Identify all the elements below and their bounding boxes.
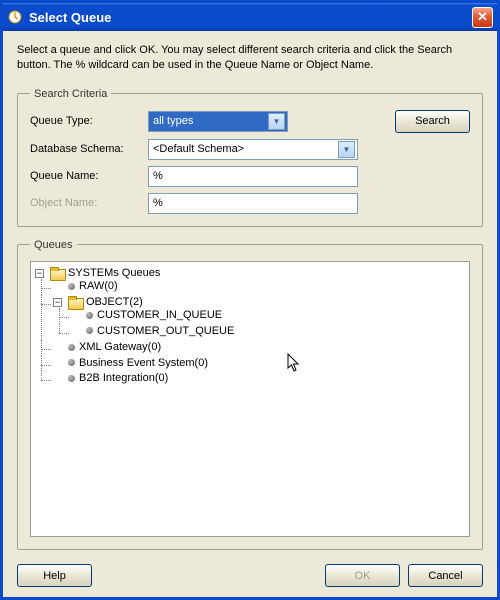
tree-item-label[interactable]: Business Event System(0): [79, 357, 208, 369]
folder-open-icon: [68, 296, 82, 308]
object-name-input[interactable]: %: [148, 193, 358, 214]
db-schema-label: Database Schema:: [30, 143, 140, 155]
dialog-window: Select Queue ✕ Select a queue and click …: [0, 0, 500, 600]
chevron-down-icon: ▼: [268, 113, 285, 130]
search-criteria-legend: Search Criteria: [30, 88, 111, 100]
queue-type-label: Queue Type:: [30, 115, 140, 127]
queue-name-label: Queue Name:: [30, 170, 140, 182]
close-button[interactable]: ✕: [472, 7, 493, 28]
object-name-value: %: [153, 197, 163, 209]
object-name-label: Object Name:: [30, 197, 140, 209]
bullet-icon: [68, 344, 75, 351]
titlebar: Select Queue ✕: [3, 3, 497, 31]
client-area: Select a queue and click OK. You may sel…: [3, 31, 497, 597]
tree-item-label[interactable]: RAW(0): [79, 280, 118, 292]
queue-name-value: %: [153, 170, 163, 182]
bullet-icon: [68, 375, 75, 382]
cancel-button[interactable]: Cancel: [408, 564, 483, 587]
close-icon: ✕: [477, 9, 488, 25]
bullet-icon: [68, 283, 75, 290]
queues-group: Queues − SYSTEMs Queues: [17, 239, 483, 550]
queues-legend: Queues: [30, 239, 77, 251]
queue-type-value: all types: [153, 115, 266, 127]
tree-item-label[interactable]: CUSTOMER_OUT_QUEUE: [97, 325, 234, 337]
help-button[interactable]: Help: [17, 564, 92, 587]
tree-item-label[interactable]: CUSTOMER_IN_QUEUE: [97, 309, 222, 321]
tree-toggle[interactable]: −: [35, 269, 44, 278]
ok-button: OK: [325, 564, 400, 587]
tree-toggle[interactable]: −: [53, 298, 62, 307]
tree-item-label[interactable]: XML Gateway(0): [79, 341, 161, 353]
dialog-footer: Help OK Cancel: [17, 556, 483, 587]
window-title: Select Queue: [29, 10, 472, 25]
folder-open-icon: [50, 267, 64, 279]
instructions-text: Select a queue and click OK. You may sel…: [17, 43, 483, 74]
tree-item-label[interactable]: OBJECT(2): [86, 296, 143, 308]
queue-type-combo[interactable]: all types ▼: [148, 111, 288, 132]
db-schema-value: <Default Schema>: [153, 143, 336, 155]
search-button[interactable]: Search: [395, 110, 470, 133]
bullet-icon: [86, 327, 93, 334]
chevron-down-icon: ▼: [338, 141, 355, 158]
queue-name-input[interactable]: %: [148, 166, 358, 187]
app-icon: [7, 9, 23, 25]
tree-item-label[interactable]: B2B Integration(0): [79, 372, 168, 384]
bullet-icon: [68, 359, 75, 366]
bullet-icon: [86, 312, 93, 319]
db-schema-combo[interactable]: <Default Schema> ▼: [148, 139, 358, 160]
search-criteria-group: Search Criteria Queue Type: all types ▼ …: [17, 88, 483, 227]
tree-root-label[interactable]: SYSTEMs Queues: [68, 267, 160, 279]
queue-tree[interactable]: − SYSTEMs Queues RAW(0): [30, 261, 470, 537]
